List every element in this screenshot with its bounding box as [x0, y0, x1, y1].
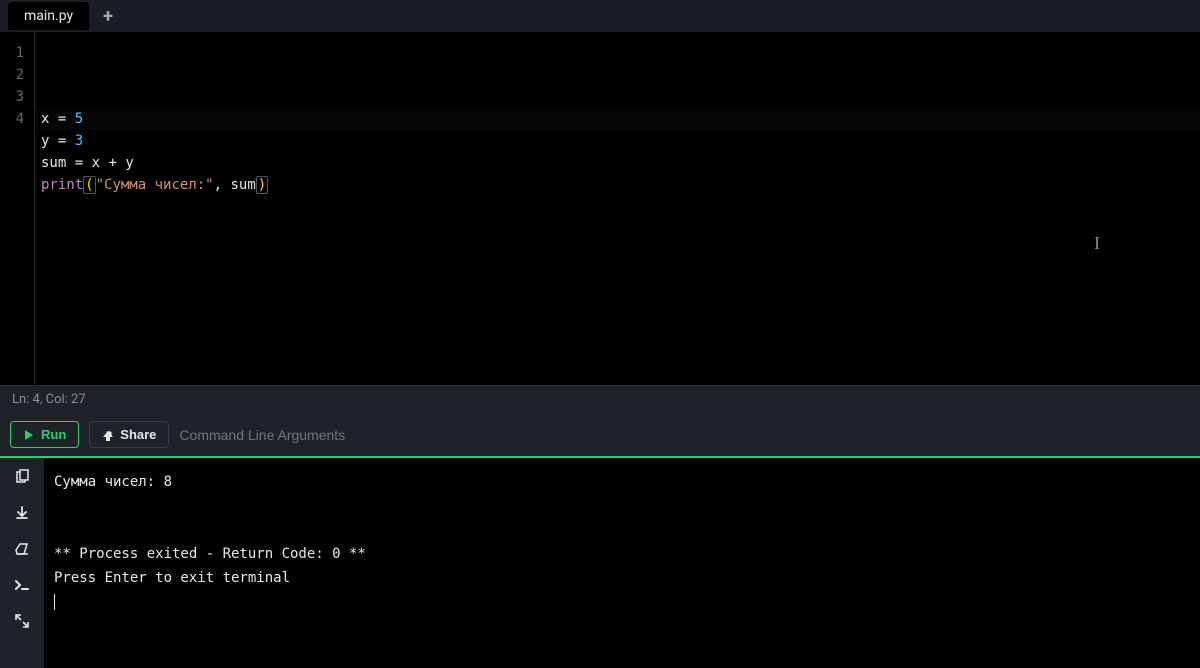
cursor-position: Ln: 4, Col: 27: [12, 392, 86, 407]
status-bar: Ln: 4, Col: 27: [0, 385, 1200, 413]
terminal-icon[interactable]: [13, 576, 31, 594]
erase-icon[interactable]: [13, 540, 31, 558]
copy-icon[interactable]: [13, 468, 31, 486]
add-tab-button[interactable]: +: [93, 2, 123, 31]
terminal-line: ** Process exited - Return Code: 0 **: [54, 542, 1190, 566]
terminal-cursor: [54, 590, 1190, 614]
output-sidebar: [0, 458, 44, 668]
share-label: Share: [120, 427, 156, 442]
share-button[interactable]: Share: [89, 421, 169, 448]
command-line-input[interactable]: [179, 427, 1190, 443]
code-line[interactable]: x = 5: [41, 108, 1200, 130]
code-line[interactable]: y = 3: [41, 130, 1200, 152]
line-number: 4: [8, 108, 24, 130]
tab-main-py[interactable]: main.py: [8, 2, 89, 30]
run-label: Run: [41, 427, 66, 442]
output-panel: Сумма чисел: 8 ** Process exited - Retur…: [0, 458, 1200, 668]
terminal-line: [54, 494, 1190, 518]
tab-bar: main.py +: [0, 0, 1200, 32]
line-gutter: 1234: [0, 32, 34, 385]
toolbar: Run Share: [0, 413, 1200, 458]
terminal-line: Press Enter to exit terminal: [54, 566, 1190, 590]
run-button[interactable]: Run: [10, 421, 79, 448]
line-number: 1: [8, 42, 24, 64]
text-cursor-icon: I: [1094, 232, 1100, 254]
code-editor[interactable]: 1234 x = 5y = 3sum = x + yprint("Сумма ч…: [0, 32, 1200, 385]
expand-icon[interactable]: [13, 612, 31, 630]
download-icon[interactable]: [13, 504, 31, 522]
code-area[interactable]: x = 5y = 3sum = x + yprint("Сумма чисел:…: [34, 32, 1200, 385]
line-number: 3: [8, 86, 24, 108]
code-line[interactable]: print("Сумма чисел:", sum): [41, 174, 1200, 196]
terminal-output[interactable]: Сумма чисел: 8 ** Process exited - Retur…: [44, 458, 1200, 668]
line-number: 2: [8, 64, 24, 86]
share-icon: [102, 429, 114, 441]
code-line[interactable]: sum = x + y: [41, 152, 1200, 174]
play-icon: [23, 429, 35, 441]
terminal-line: [54, 518, 1190, 542]
terminal-line: Сумма чисел: 8: [54, 470, 1190, 494]
